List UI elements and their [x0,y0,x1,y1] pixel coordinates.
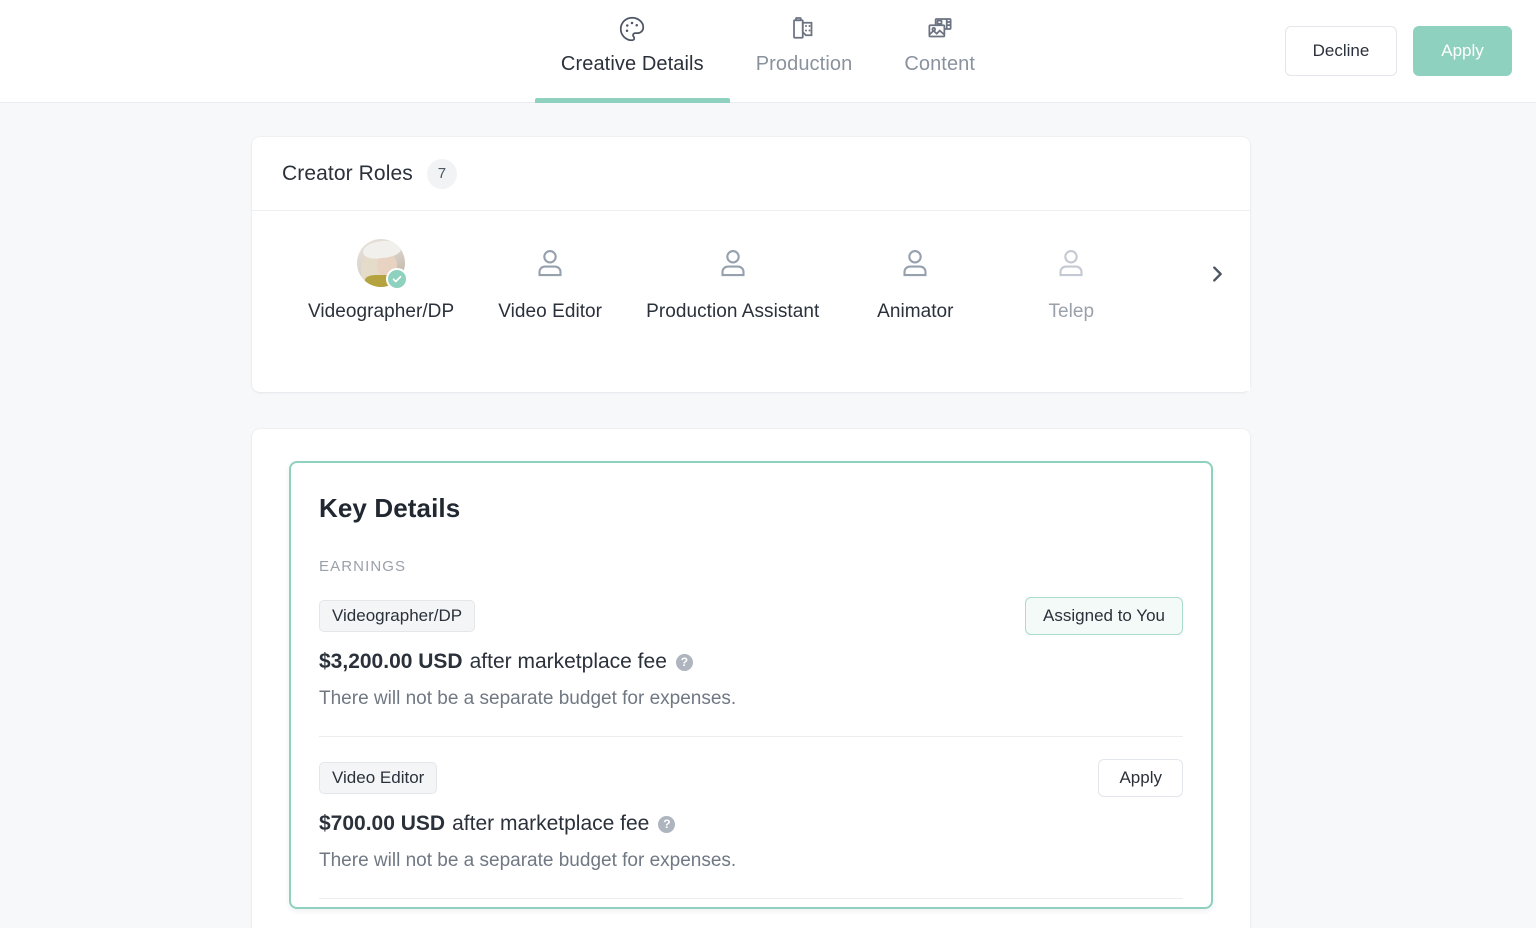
tab-label: Production [755,53,853,75]
role-item-video-editor[interactable]: Video Editor [490,239,610,323]
earnings-row: Video Editor Apply $700.00 USD after mar… [319,737,1183,899]
earnings-amount: $3,200.00 USD [319,650,463,673]
earnings-amount-suffix: after marketplace fee [469,650,667,673]
help-circle-icon[interactable]: ? [675,653,693,671]
page-body: Creator Roles 7 Videographer/DP Video Ed… [0,103,1536,928]
role-chip: Video Editor [319,762,438,794]
app-header: Creative Details Production Content Decl… [0,0,1536,103]
person-icon [526,239,574,287]
apply-role-button[interactable]: Apply [1098,759,1183,797]
earnings-row: Videographer/DP Assigned to You $3,200.0… [319,575,1183,737]
creator-roles-count-badge: 7 [426,158,457,189]
role-label: Production Assistant [646,301,820,322]
earnings-amount-line: $3,200.00 USD after marketplace fee ? [319,650,1183,674]
palette-icon [617,12,647,46]
tab-creative-details[interactable]: Creative Details [534,0,730,103]
role-label: Video Editor [498,301,603,322]
help-circle-icon[interactable]: ? [658,815,676,833]
creator-roles-header: Creator Roles 7 [252,137,1250,211]
role-chip: Videographer/DP [319,600,476,632]
role-label: Telep [1048,301,1095,322]
earnings-amount-suffix: after marketplace fee [452,812,650,835]
earnings-amount-line: $700.00 USD after marketplace fee ? [319,812,1183,836]
assigned-status-badge[interactable]: Assigned to You [1025,597,1183,635]
key-details-panel: Key Details EARNINGS Videographer/DP Ass… [289,461,1213,909]
role-label: Videographer/DP [308,301,455,322]
earnings-note: There will not be a separate budget for … [319,850,737,871]
person-icon [1047,239,1095,287]
apply-button[interactable]: Apply [1413,26,1512,76]
creator-roles-strip: Videographer/DP Video Editor Production … [252,211,1250,391]
tab-label: Content [904,53,976,75]
check-badge-icon [386,268,409,290]
earnings-row-header: Videographer/DP Assigned to You [319,597,1183,635]
divider [319,898,1183,899]
key-details-title: Key Details [319,493,461,523]
earnings-row-header: Video Editor Apply [319,759,1183,797]
role-item-animator[interactable]: Animator [855,239,975,323]
details-card: Key Details EARNINGS Videographer/DP Ass… [252,429,1250,928]
header-actions: Decline Apply [1285,26,1512,76]
earnings-note: There will not be a separate budget for … [319,688,737,709]
person-icon [709,239,757,287]
image-stack-icon [925,12,955,46]
decline-button[interactable]: Decline [1285,26,1397,76]
role-item-videographer-dp[interactable]: Videographer/DP [308,239,454,323]
creator-roles-title: Creator Roles [282,161,413,185]
tab-label: Creative Details [560,53,704,75]
earnings-section-label: EARNINGS [319,558,407,575]
earnings-amount: $700.00 USD [319,812,446,835]
creator-roles-list: Videographer/DP Video Editor Production … [252,211,1250,323]
creator-roles-card: Creator Roles 7 Videographer/DP Video Ed… [252,137,1250,392]
tab-production[interactable]: Production [730,0,879,103]
role-item-production-assistant[interactable]: Production Assistant [646,239,819,323]
avatar [357,239,409,290]
chevron-right-icon[interactable] [1200,257,1234,291]
role-item-teleprompter[interactable]: Telep [1011,239,1131,323]
film-roll-icon [789,12,819,46]
role-label: Animator [877,301,954,322]
tab-content[interactable]: Content [878,0,1001,103]
person-icon [891,239,939,287]
